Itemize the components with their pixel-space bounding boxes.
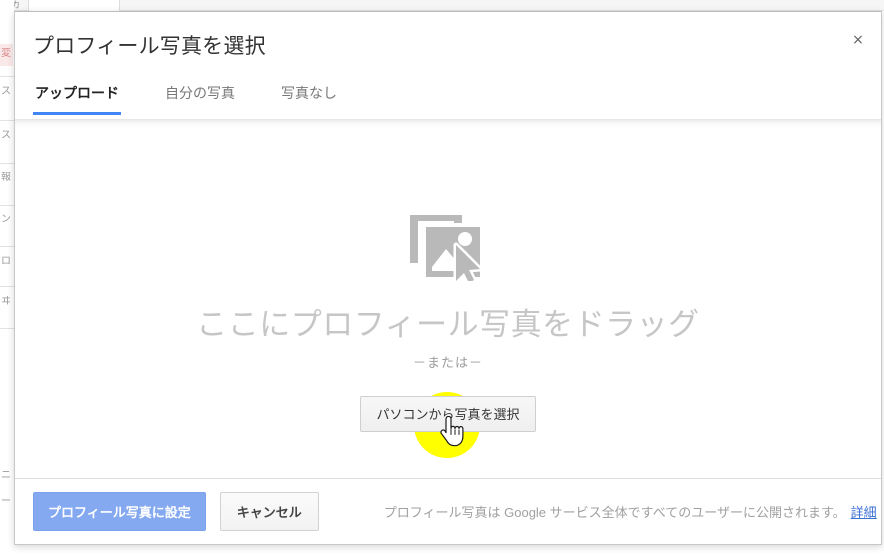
background-rule xyxy=(0,246,14,247)
dialog-footer: プロフィール写真に設定 キャンセル プロフィール写真は Google サービス全… xyxy=(15,478,881,544)
learn-more-link[interactable]: 詳細 xyxy=(851,505,877,520)
footer-note: プロフィール写真は Google サービス全体ですべてのユーザーに公開されます。… xyxy=(384,502,877,521)
tab-upload[interactable]: アップロード xyxy=(33,71,121,115)
upload-dropzone[interactable]: ここにプロフィール写真をドラッグ －または－ パソコンから写真を選択 xyxy=(15,130,881,478)
background-fragment: ー xyxy=(1,496,11,507)
background-rule xyxy=(0,328,14,329)
background-fragment: 変 xyxy=(1,48,11,59)
background-rule xyxy=(0,76,14,77)
tabs-separator xyxy=(15,119,881,130)
close-icon[interactable]: × xyxy=(847,29,869,51)
set-as-profile-photo-button[interactable]: プロフィール写真に設定 xyxy=(33,492,206,531)
background-rule xyxy=(0,120,14,121)
tab-your-photos[interactable]: 自分の写真 xyxy=(163,71,237,115)
background-fragment: ロ xyxy=(1,256,11,267)
footer-note-text: プロフィール写真は Google サービス全体ですべてのユーザーに公開されます。 xyxy=(383,505,846,520)
photos-stack-with-cursor-icon xyxy=(408,205,488,286)
dropzone-or-text: －または－ xyxy=(412,355,483,370)
background-browser-tab xyxy=(28,0,120,11)
background-left-strip: 変 ス ス 報 ン ロ ヰ ニ ー xyxy=(0,0,14,555)
dialog-header: プロフィール写真を選択 × xyxy=(15,12,881,71)
background-fragment: ス xyxy=(1,130,11,141)
background-fragment: ヰ xyxy=(1,296,11,307)
background-fragment: ニ xyxy=(1,470,11,481)
tab-no-photo[interactable]: 写真なし xyxy=(279,71,339,115)
background-rule xyxy=(0,205,14,206)
background-fragment: 報 xyxy=(1,172,11,183)
background-fragment: ス xyxy=(1,86,11,97)
choose-photo-area: パソコンから写真を選択 xyxy=(360,392,536,458)
cancel-button[interactable]: キャンセル xyxy=(219,492,319,531)
dropzone-drag-text: ここにプロフィール写真をドラッグ xyxy=(196,307,700,342)
choose-photo-from-computer-button[interactable]: パソコンから写真を選択 xyxy=(360,396,536,432)
background-rule xyxy=(0,286,14,287)
page-root: アカ 変 ス ス 報 ン ロ ヰ ニ ー プロフィール写真を選択 × xyxy=(0,0,884,555)
select-profile-photo-dialog: プロフィール写真を選択 × アップロード 自分の写真 写真なし ここにプロフィー… xyxy=(14,11,882,545)
dialog-title: プロフィール写真を選択 xyxy=(33,35,266,58)
background-topbar: アカ xyxy=(0,0,884,11)
dialog-tabs: アップロード 自分の写真 写真なし xyxy=(15,71,881,119)
background-rule xyxy=(0,163,14,164)
background-fragment: ン xyxy=(1,214,11,225)
